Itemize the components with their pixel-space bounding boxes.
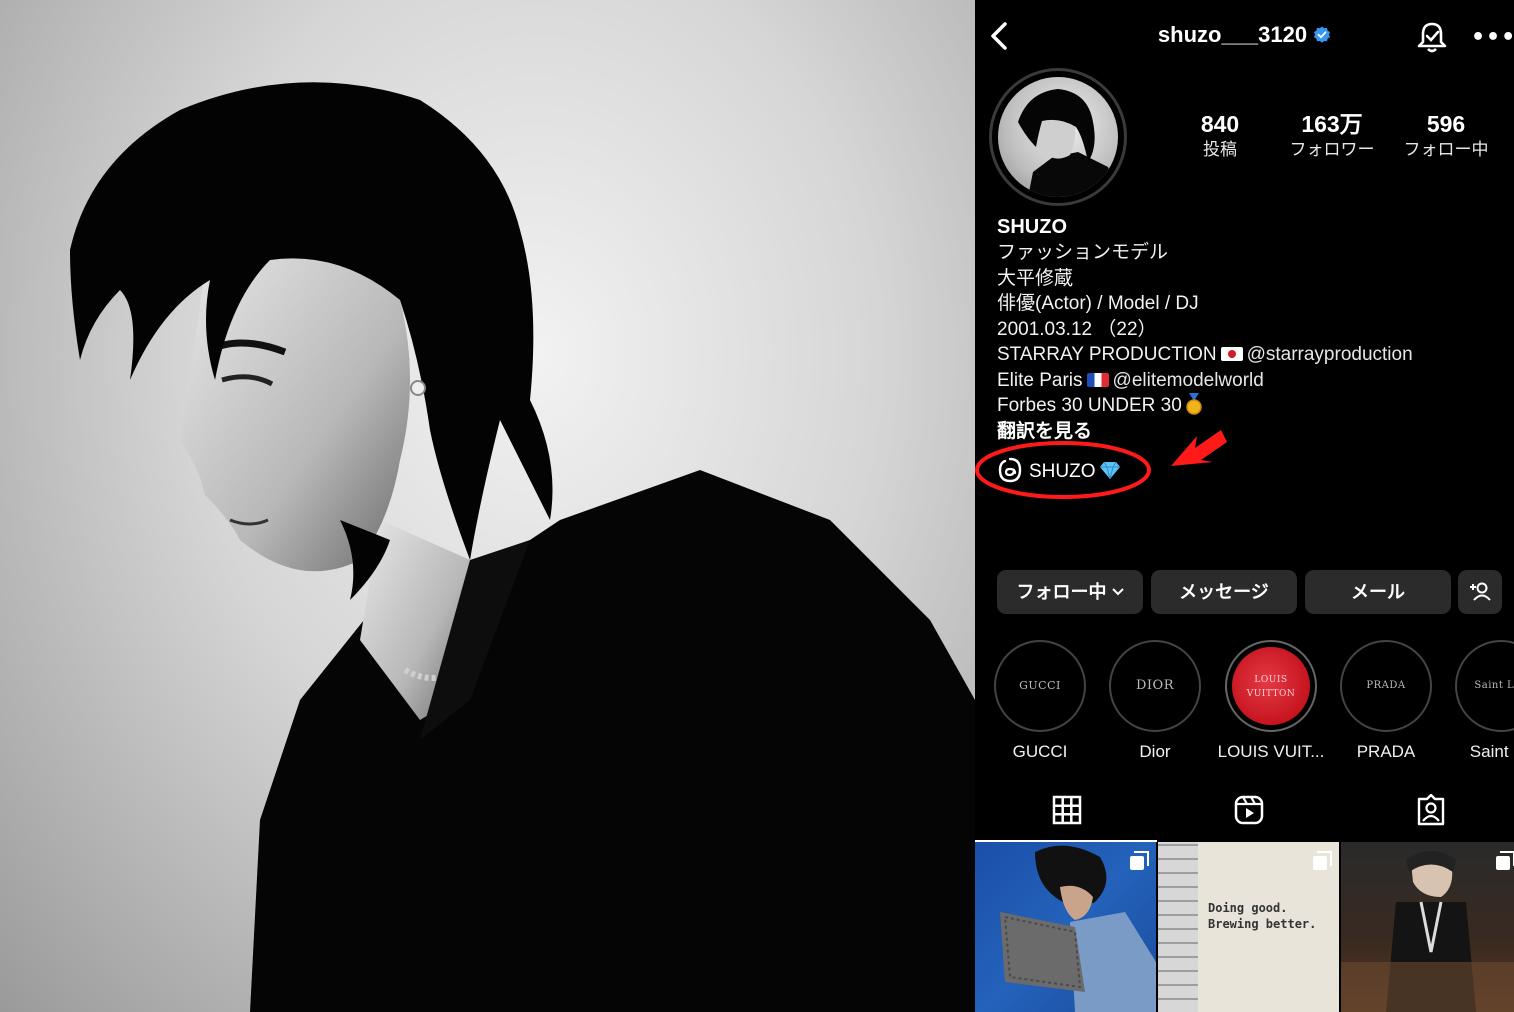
carousel-icon bbox=[1130, 851, 1149, 870]
verified-icon bbox=[1314, 26, 1331, 43]
stat-posts[interactable]: 840 投稿 bbox=[1165, 110, 1275, 162]
bell-icon[interactable] bbox=[1415, 20, 1449, 54]
forbes-text: Forbes 30 UNDER 30 bbox=[997, 395, 1182, 416]
display-name: SHUZO bbox=[997, 216, 1067, 238]
bio-line: 大平修蔵 bbox=[997, 267, 1074, 289]
highlight-label: Dior bbox=[1139, 742, 1171, 761]
portrait-photo bbox=[0, 0, 975, 1012]
avatar-photo bbox=[998, 77, 1118, 197]
highlight-gucci[interactable]: GUCCI GUCCI bbox=[984, 640, 1096, 762]
more-icon[interactable]: ••• bbox=[1471, 24, 1514, 52]
followers-count: 163万 bbox=[1301, 111, 1363, 137]
bio-line-elite: Elite Paris @elitemodelworld bbox=[997, 368, 1507, 394]
tab-tagged[interactable] bbox=[1339, 786, 1514, 842]
carousel-icon bbox=[1313, 851, 1332, 870]
post-thumbnail[interactable]: Doing good. Brewing better. bbox=[1158, 842, 1339, 1012]
highlight-louis-vuitton[interactable]: LOUIS VUITTON LOUIS VUIT... bbox=[1215, 640, 1327, 762]
message-button[interactable]: メッセージ bbox=[1151, 570, 1297, 614]
bio-line: 俳優(Actor) / Model / DJ bbox=[997, 293, 1199, 314]
annotation-oval bbox=[975, 441, 1151, 499]
username: shuzo___3120 bbox=[1157, 22, 1308, 47]
profile-tabs bbox=[975, 786, 1514, 842]
agency-text: STARRAY PRODUCTION bbox=[997, 344, 1217, 365]
post-image bbox=[1341, 851, 1514, 1012]
annotation-arrow bbox=[1171, 430, 1227, 466]
following-label: フォロー中 bbox=[1403, 140, 1489, 160]
stat-followers[interactable]: 163万 フォロワー bbox=[1277, 110, 1387, 162]
bio-line: ファッションモデル bbox=[997, 242, 1169, 263]
stat-following[interactable]: 596 フォロー中 bbox=[1391, 110, 1501, 162]
portrait-silhouette bbox=[70, 82, 975, 1012]
highlight-cover: LOUIS VUITTON bbox=[1232, 647, 1310, 725]
top-bar: shuzo___3120 ••• bbox=[975, 0, 1514, 76]
medal-emoji bbox=[1186, 393, 1202, 415]
highlight-label: Saint La bbox=[1469, 742, 1514, 761]
bio-line-forbes: Forbes 30 UNDER 30 bbox=[997, 393, 1507, 419]
starray-mention-link[interactable]: @starrayproduction bbox=[1247, 344, 1413, 365]
highlight-label: GUCCI bbox=[1012, 742, 1068, 761]
email-button[interactable]: メール bbox=[1305, 570, 1451, 614]
post-caption-text: Doing good. Brewing better. bbox=[1208, 901, 1317, 931]
posts-grid: Doing good. Brewing better. bbox=[975, 842, 1514, 1012]
posts-count: 840 bbox=[1200, 111, 1240, 137]
posts-label: 投稿 bbox=[1203, 140, 1237, 160]
profile-stats: 840 投稿 163万 フォロワー 596 フォロー中 bbox=[1165, 110, 1505, 166]
avatar[interactable] bbox=[989, 68, 1127, 206]
instagram-profile: shuzo___3120 ••• 840 投稿 163万 フォロワー 596 フ… bbox=[975, 0, 1514, 1012]
tab-posts-grid[interactable] bbox=[975, 786, 1157, 842]
highlight-cover: GUCCI bbox=[1001, 647, 1079, 725]
highlight-saint-laurent[interactable]: Saint Lau Saint La bbox=[1445, 640, 1514, 762]
carousel-icon bbox=[1496, 851, 1514, 870]
following-button-label: フォロー中 bbox=[1016, 582, 1107, 602]
post-thumbnail[interactable] bbox=[975, 842, 1156, 1012]
add-person-button[interactable] bbox=[1458, 570, 1502, 614]
reels-icon bbox=[1234, 795, 1264, 825]
france-flag-icon bbox=[1086, 372, 1109, 387]
highlight-cover: DIOR bbox=[1116, 647, 1194, 725]
highlight-dior[interactable]: DIOR Dior bbox=[1099, 640, 1211, 762]
following-count: 596 bbox=[1426, 111, 1466, 137]
bio: SHUZO ファッションモデル 大平修蔵 俳優(Actor) / Model /… bbox=[997, 214, 1507, 444]
following-button[interactable]: フォロー中 bbox=[997, 570, 1143, 614]
elite-mention-link[interactable]: @elitemodelworld bbox=[1113, 370, 1264, 391]
bio-line-agency: STARRAY PRODUCTION @starrayproduction bbox=[997, 342, 1507, 368]
tab-reels[interactable] bbox=[1157, 786, 1337, 842]
elite-text: Elite Paris bbox=[997, 369, 1083, 391]
add-person-icon bbox=[1470, 582, 1491, 601]
post-image bbox=[1158, 842, 1198, 1012]
followers-label: フォロワー bbox=[1289, 140, 1375, 160]
highlight-prada[interactable]: PRADA PRADA bbox=[1330, 640, 1442, 762]
tagged-icon bbox=[1417, 794, 1445, 826]
profile-actions: フォロー中 メッセージ メール bbox=[997, 570, 1514, 616]
chevron-down-icon bbox=[1111, 588, 1124, 596]
highlight-cover: PRADA bbox=[1347, 647, 1425, 725]
japan-flag-icon bbox=[1220, 347, 1243, 361]
highlight-label: LOUIS VUIT... bbox=[1217, 742, 1325, 761]
bio-line: 2001.03.12 （22） bbox=[997, 318, 1157, 340]
highlight-cover: Saint Lau bbox=[1462, 647, 1514, 725]
grid-icon bbox=[1052, 795, 1082, 825]
highlight-label: PRADA bbox=[1356, 742, 1416, 761]
post-thumbnail[interactable] bbox=[1341, 842, 1514, 1012]
story-highlights: GUCCI GUCCI DIOR Dior LOUIS VUITTON LOUI… bbox=[975, 640, 1514, 770]
